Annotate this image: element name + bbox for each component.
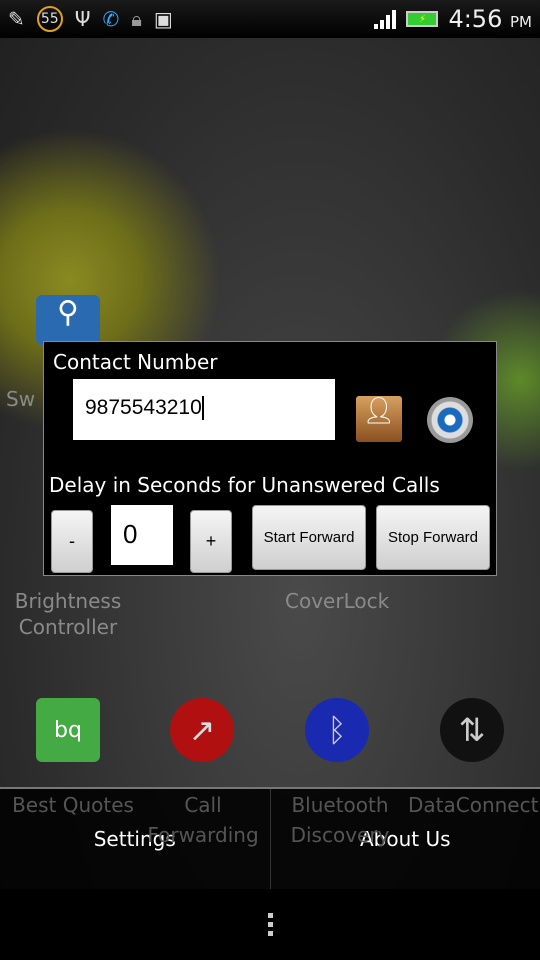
call-forward-icon: ✆ [102, 7, 120, 31]
search-app-icon[interactable]: ⚲ [36, 295, 100, 345]
increment-button[interactable]: + [190, 510, 232, 573]
options-menu: Settings About Us [0, 787, 540, 889]
android-icon: ▣ [153, 7, 173, 31]
signal-icon [374, 9, 397, 29]
status-bar: ✎ 55 Ψ ✆ 🔒︎ ▣ ⚡ 4:56 PM [0, 0, 540, 38]
bluetooth-icon[interactable]: ᛒ [305, 698, 369, 762]
decrement-button[interactable]: - [51, 510, 93, 573]
call-forward-dialog: Contact Number 9875543210 👤︎ Delay in Se… [43, 341, 497, 576]
usb-icon: Ψ [74, 7, 91, 31]
start-forward-button[interactable]: Start Forward [252, 505, 366, 570]
delay-label: Delay in Seconds for Unanswered Calls [49, 473, 440, 497]
call-forwarding-icon[interactable]: ↗ [170, 698, 234, 762]
data-connection-icon[interactable]: ⇅ [440, 698, 504, 762]
overflow-menu-icon[interactable] [267, 913, 273, 936]
menu-item-settings[interactable]: Settings [0, 789, 270, 889]
contact-number-input[interactable]: 9875543210 [73, 379, 335, 440]
best-quotes-icon[interactable]: bq [36, 698, 100, 762]
stop-forward-button[interactable]: Stop Forward [376, 505, 490, 570]
contacts-book-icon[interactable]: 👤︎ [356, 396, 402, 442]
lock-icon: 🔒︎ [131, 7, 142, 31]
menu-item-about-us[interactable]: About Us [269, 789, 540, 889]
clock: 4:56 PM [448, 5, 532, 33]
edit-icon: ✎ [8, 7, 25, 31]
home-label-brightness[interactable]: Brightness Controller [10, 588, 126, 640]
contact-number-label: Contact Number [53, 350, 218, 374]
delay-seconds-input[interactable]: 0 [111, 505, 173, 565]
home-label-coverlock[interactable]: CoverLock [285, 588, 389, 614]
home-label-sw: Sw [6, 387, 36, 411]
notification-count-badge: 55 [36, 6, 63, 32]
navigation-bar [0, 889, 540, 960]
battery-charging-icon: ⚡ [406, 11, 439, 27]
settings-gear-icon[interactable] [427, 397, 473, 443]
